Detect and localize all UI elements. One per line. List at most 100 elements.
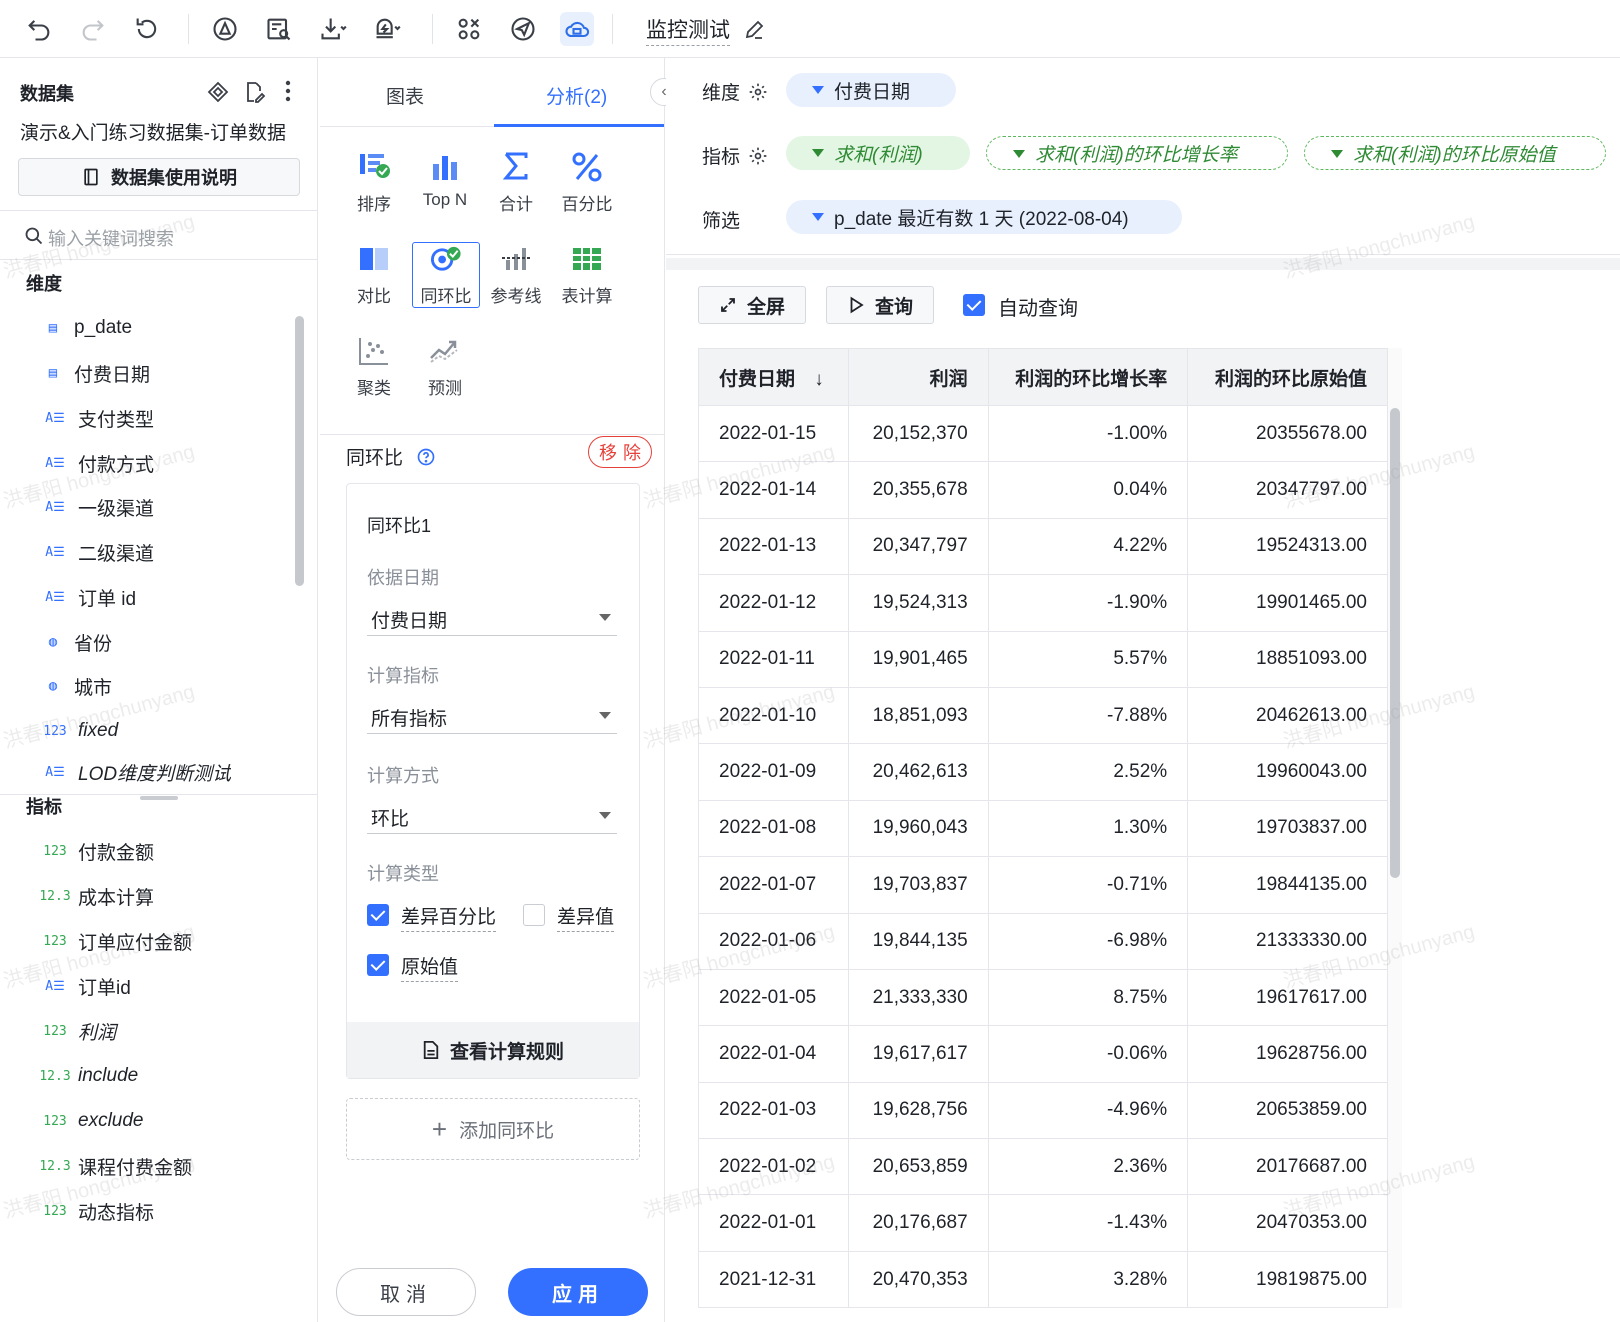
topn-item[interactable]: Top N (411, 150, 479, 216)
reference-line-item[interactable]: 参考线 (482, 242, 550, 308)
gear-icon[interactable] (748, 82, 768, 102)
switch-dataset-icon[interactable] (206, 80, 230, 104)
sort-item[interactable]: 排序 (340, 150, 408, 216)
measure-field[interactable]: 123 动态指标 (42, 1196, 154, 1226)
dimension-scrollbar[interactable] (295, 316, 304, 586)
query-button[interactable]: 查询 (826, 286, 934, 324)
share-icon[interactable] (506, 12, 540, 46)
cancel-button[interactable]: 取消 (336, 1268, 476, 1316)
field-search-input[interactable]: 输入关键词搜索 (0, 210, 318, 260)
more-icon[interactable] (276, 78, 300, 104)
measure-field[interactable]: 12.3 成本计算 (39, 881, 154, 911)
number-icon: 12.3 (39, 1158, 71, 1174)
dimension-pill[interactable]: 付费日期 (786, 73, 956, 107)
total-item[interactable]: 合计 (482, 150, 550, 216)
dataset-name[interactable]: 演示&入门练习数据集-订单数据 (20, 118, 286, 145)
edit-dataset-icon[interactable] (242, 80, 266, 104)
sort-desc-icon[interactable]: ↓ (814, 369, 824, 390)
measure-field[interactable]: 123 订单应付金额 (42, 926, 192, 956)
dimension-field[interactable]: A☰ 支付类型 (42, 403, 154, 433)
measure-field[interactable]: A☰ 订单id (42, 971, 131, 1001)
measure-pill-growth-rate[interactable]: 求和(利润)的环比增长率 (986, 136, 1288, 170)
publish-icon[interactable] (208, 12, 242, 46)
dimension-field[interactable]: A☰ 二级渠道 (42, 537, 154, 567)
table-row[interactable]: 2022-01-08 19,960,043 1.30% 19703837.00 (698, 799, 1388, 858)
tab-chart[interactable]: 图表 (386, 82, 424, 109)
yoy-mom-item[interactable]: 同环比 (412, 242, 480, 308)
diff-value-checkbox[interactable] (523, 904, 545, 926)
dimension-field[interactable]: A☰ 付款方式 (42, 448, 154, 478)
refresh-icon[interactable] (130, 12, 164, 46)
dimension-field[interactable]: A☰ 一级渠道 (42, 492, 154, 522)
header-date[interactable]: 付费日期 ↓ (698, 348, 849, 406)
table-row[interactable]: 2021-12-31 20,470,353 3.28% 19819875.00 (698, 1250, 1388, 1309)
measure-field[interactable]: 12.3 include (39, 1061, 138, 1091)
date-basis-select[interactable]: 付费日期 (367, 598, 617, 636)
measure-field[interactable]: 123 利润 (42, 1016, 116, 1046)
document-icon (84, 168, 98, 186)
calc-metric-select[interactable]: 所有指标 (367, 696, 617, 734)
table-row[interactable]: 2022-01-04 19,617,617 -0.06% 19628756.00 (698, 1025, 1388, 1083)
view-calc-rule-button[interactable]: 查看计算规则 (347, 1022, 639, 1078)
table-row[interactable]: 2022-01-06 19,844,135 -6.98% 21333330.00 (698, 912, 1388, 970)
cluster-item[interactable]: 聚类 (340, 334, 408, 400)
gear-icon[interactable] (748, 146, 768, 166)
table-row[interactable]: 2022-01-13 20,347,797 4.22% 19524313.00 (698, 517, 1388, 576)
auto-query-checkbox[interactable] (963, 294, 985, 316)
header-raw-value[interactable]: 利润的环比原始值 (1187, 348, 1388, 406)
table-row[interactable]: 2022-01-11 19,901,465 5.57% 18851093.00 (698, 630, 1388, 688)
remove-button[interactable]: 移除 (588, 436, 652, 468)
apply-button[interactable]: 应用 (508, 1268, 648, 1316)
table-row[interactable]: 2022-01-07 19,703,837 -0.71% 19844135.00 (698, 856, 1388, 914)
components-icon[interactable] (452, 12, 486, 46)
dimension-field[interactable]: ◍ 省份 (42, 627, 112, 657)
table-row[interactable]: 2022-01-15 20,152,370 -1.00% 20355678.00 (698, 404, 1388, 463)
add-yoy-button[interactable]: + 添加同环比 (346, 1098, 640, 1160)
dimension-field[interactable]: ▤ 付费日期 (42, 358, 150, 388)
diff-percent-checkbox[interactable] (367, 904, 389, 926)
dataset-doc-button[interactable]: 数据集使用说明 (18, 158, 300, 196)
dimension-field[interactable]: A☰ LOD维度判断测试 (42, 761, 231, 784)
redo-icon[interactable] (76, 12, 110, 46)
table-row[interactable]: 2022-01-10 18,851,093 -7.88% 20462613.00 (698, 686, 1388, 745)
download-icon[interactable] (316, 12, 350, 46)
measure-pill-profit[interactable]: 求和(利润) (786, 136, 970, 170)
table-row[interactable]: 2022-01-14 20,355,678 0.04% 20347797.00 (698, 461, 1388, 519)
raw-value-checkbox[interactable] (367, 954, 389, 976)
table-row[interactable]: 2022-01-02 20,653,859 2.36% 20176687.00 (698, 1138, 1388, 1196)
compare-item[interactable]: 对比 (340, 242, 408, 308)
cloud-icon[interactable] (560, 12, 594, 46)
measure-field[interactable]: 123 付款金额 (42, 836, 154, 866)
header-growth-rate[interactable]: 利润的环比增长率 (987, 348, 1189, 406)
dimension-field[interactable]: A☰ 订单 id (42, 582, 136, 612)
percent-item[interactable]: 百分比 (553, 150, 621, 216)
date-basis-label: 依据日期 (367, 568, 439, 588)
dashboard-title[interactable]: 监控测试 (646, 14, 730, 46)
table-calc-item[interactable]: 表计算 (553, 242, 621, 308)
measure-pill-raw-value[interactable]: 求和(利润)的环比原始值 (1304, 136, 1606, 170)
table-row[interactable]: 2022-01-09 20,462,613 2.52% 19960043.00 (698, 743, 1388, 801)
fullscreen-button[interactable]: 全屏 (698, 286, 806, 324)
measure-field[interactable]: 12.3 课程付费金额 (39, 1151, 192, 1181)
tab-analysis[interactable]: 分析(2) (546, 82, 607, 109)
calc-method-select[interactable]: 环比 (367, 796, 617, 834)
table-row[interactable]: 2022-01-03 19,628,756 -4.96% 20653859.00 (698, 1081, 1388, 1140)
help-icon[interactable] (416, 447, 436, 467)
dimension-field[interactable]: ◍ 城市 (42, 671, 112, 701)
edit-icon[interactable] (742, 18, 766, 42)
measure-field[interactable]: 123 exclude (42, 1106, 143, 1136)
alert-icon[interactable] (370, 12, 404, 46)
filter-pill[interactable]: p_date 最近有数 1 天 (2022-08-04) (786, 200, 1182, 234)
undo-icon[interactable] (22, 12, 56, 46)
forecast-item[interactable]: 预测 (411, 334, 479, 400)
panel-splitter-handle[interactable] (140, 796, 178, 800)
total-label: 合计 (499, 195, 533, 214)
dimension-field[interactable]: ▤ p_date (42, 313, 132, 343)
table-row[interactable]: 2022-01-05 21,333,330 8.75% 19617617.00 (698, 968, 1388, 1027)
preview-icon[interactable] (262, 12, 296, 46)
dimension-field[interactable]: 123 fixed (42, 716, 118, 746)
header-profit[interactable]: 利润 (847, 348, 989, 406)
table-row[interactable]: 2022-01-12 19,524,313 -1.90% 19901465.00 (698, 574, 1388, 632)
table-row[interactable]: 2022-01-01 20,176,687 -1.43% 20470353.00 (698, 1194, 1388, 1252)
table-scrollbar[interactable] (1390, 408, 1400, 878)
